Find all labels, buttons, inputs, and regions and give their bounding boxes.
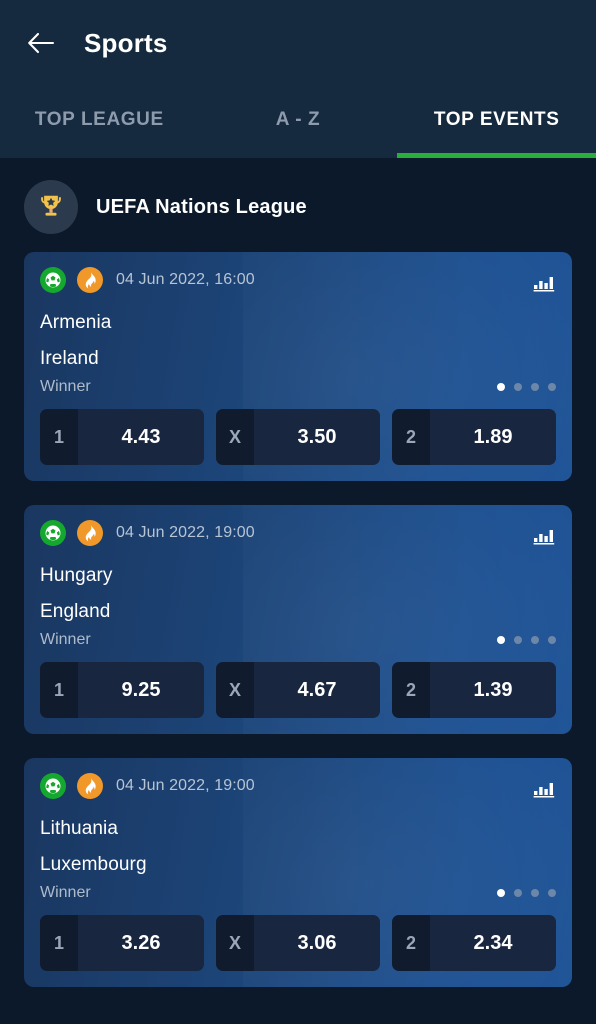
market-pagination-dots[interactable]: [497, 889, 556, 897]
pagination-dot: [531, 636, 539, 644]
match-card[interactable]: 04 Jun 2022, 19:00 Hungary England Winne…: [24, 505, 572, 734]
odds-button-home[interactable]: 1 4.43: [40, 409, 204, 465]
away-team-name: England: [40, 601, 111, 622]
odds-button-draw[interactable]: X 3.50: [216, 409, 380, 465]
soccer-ball-icon: [40, 267, 66, 293]
odds-button-home[interactable]: 1 3.26: [40, 915, 204, 971]
home-team-name: Armenia: [40, 312, 112, 333]
flame-icon: [77, 773, 103, 799]
match-list: 04 Jun 2022, 16:00 Armenia Ireland Winne…: [0, 252, 596, 987]
odds-button-away[interactable]: 2 1.89: [392, 409, 556, 465]
odds-value: 3.26: [78, 915, 204, 971]
match-card-header: 04 Jun 2022, 16:00: [40, 266, 556, 294]
odds-key: X: [216, 662, 254, 718]
match-card[interactable]: 04 Jun 2022, 19:00 Lithuania Luxembourg …: [24, 758, 572, 987]
pagination-dot: [531, 889, 539, 897]
arrow-left-icon[interactable]: [24, 26, 58, 60]
tab-top-league[interactable]: TOP LEAGUE: [0, 86, 199, 158]
match-time: 04 Jun 2022, 16:00: [116, 271, 255, 288]
pagination-dot: [548, 889, 556, 897]
odds-button-home[interactable]: 1 9.25: [40, 662, 204, 718]
odds-value: 4.67: [254, 662, 380, 718]
odds-key: X: [216, 409, 254, 465]
page-title: Sports: [84, 27, 168, 58]
odds-row: 1 4.43 X 3.50 2 1.89: [40, 409, 556, 465]
odds-button-away[interactable]: 2 1.39: [392, 662, 556, 718]
market-row: Winner: [40, 884, 556, 902]
odds-button-draw[interactable]: X 4.67: [216, 662, 380, 718]
odds-value: 1.89: [430, 409, 556, 465]
odds-button-away[interactable]: 2 2.34: [392, 915, 556, 971]
flame-icon: [77, 520, 103, 546]
odds-key: X: [216, 915, 254, 971]
pagination-dot: [514, 889, 522, 897]
away-team-name: Ireland: [40, 348, 99, 369]
pagination-dot: [497, 889, 505, 897]
home-team-name: Hungary: [40, 565, 113, 586]
trophy-icon: [24, 180, 78, 234]
match-time: 04 Jun 2022, 19:00: [116, 777, 255, 794]
market-name: Winner: [40, 884, 91, 901]
pagination-dot: [531, 383, 539, 391]
odds-value: 1.39: [430, 662, 556, 718]
pagination-dot: [497, 636, 505, 644]
flame-icon: [77, 267, 103, 293]
odds-value: 2.34: [430, 915, 556, 971]
pagination-dot: [514, 383, 522, 391]
bar-chart-icon[interactable]: [532, 774, 556, 798]
odds-row: 1 9.25 X 4.67 2 1.39: [40, 662, 556, 718]
league-name: UEFA Nations League: [96, 195, 307, 218]
pagination-dot: [497, 383, 505, 391]
away-team-name: Luxembourg: [40, 854, 147, 875]
odds-key: 1: [40, 915, 78, 971]
tab-bar: TOP LEAGUE A - Z TOP EVENTS: [0, 86, 596, 158]
match-card-header: 04 Jun 2022, 19:00: [40, 519, 556, 547]
odds-key: 2: [392, 915, 430, 971]
match-time: 04 Jun 2022, 19:00: [116, 524, 255, 541]
tab-label: TOP EVENTS: [433, 109, 560, 130]
bar-chart-icon[interactable]: [532, 268, 556, 292]
pagination-dot: [514, 636, 522, 644]
market-row: Winner: [40, 631, 556, 649]
soccer-ball-icon: [40, 520, 66, 546]
odds-key: 2: [392, 409, 430, 465]
match-card[interactable]: 04 Jun 2022, 16:00 Armenia Ireland Winne…: [24, 252, 572, 481]
odds-value: 9.25: [78, 662, 204, 718]
home-team-name: Lithuania: [40, 818, 119, 839]
odds-value: 4.43: [78, 409, 204, 465]
match-card-header: 04 Jun 2022, 19:00: [40, 772, 556, 800]
tab-label: TOP LEAGUE: [34, 109, 164, 130]
soccer-ball-icon: [40, 773, 66, 799]
league-header[interactable]: UEFA Nations League: [0, 158, 596, 252]
odds-value: 3.06: [254, 915, 380, 971]
top-bar: Sports: [0, 0, 596, 86]
market-name: Winner: [40, 631, 91, 648]
market-row: Winner: [40, 378, 556, 396]
odds-key: 1: [40, 662, 78, 718]
pagination-dot: [548, 636, 556, 644]
tab-top-events[interactable]: TOP EVENTS: [397, 86, 596, 158]
pagination-dot: [548, 383, 556, 391]
market-name: Winner: [40, 378, 91, 395]
bar-chart-icon[interactable]: [532, 521, 556, 545]
tab-label: A - Z: [275, 109, 321, 130]
odds-value: 3.50: [254, 409, 380, 465]
tab-a-z[interactable]: A - Z: [199, 86, 398, 158]
odds-button-draw[interactable]: X 3.06: [216, 915, 380, 971]
market-pagination-dots[interactable]: [497, 383, 556, 391]
odds-key: 2: [392, 662, 430, 718]
market-pagination-dots[interactable]: [497, 636, 556, 644]
odds-key: 1: [40, 409, 78, 465]
odds-row: 1 3.26 X 3.06 2 2.34: [40, 915, 556, 971]
